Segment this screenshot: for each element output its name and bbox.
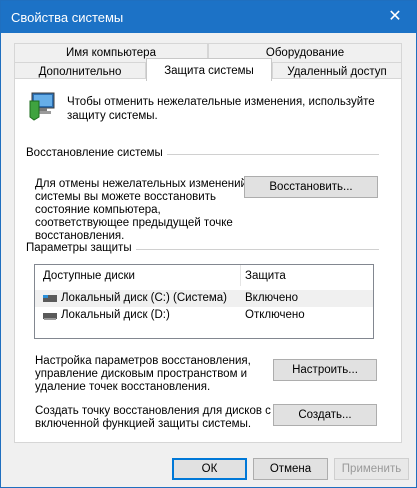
create-line: включенной функцией защиты системы. [35,418,252,430]
restore-description: Для отмены нежелательных изменений систе… [35,178,247,243]
table-row[interactable]: Локальный диск (C:) (Система) Включено [35,290,373,307]
drive-icon [43,312,57,320]
configure-button[interactable]: Настроить... [273,359,377,381]
restore-desc-line: состояние компьютера, [35,204,161,216]
intro-text: Чтобы отменить нежелательные изменения, … [67,95,375,123]
dialog-footer: ОК Отмена Применить [1,449,416,487]
table-row[interactable]: Локальный диск (D:) Отключено [35,307,373,324]
cancel-button[interactable]: Отмена [253,458,328,480]
intro-line-1: Чтобы отменить нежелательные изменения, … [67,96,375,108]
restore-group-title: Восстановление системы [26,147,167,159]
configure-description: Настройка параметров восстановления, упр… [35,355,251,394]
column-protection[interactable]: Защита [245,270,286,282]
intro-line-2: защиту системы. [67,110,158,122]
title-bar[interactable]: Свойства системы ✕ [1,1,416,33]
column-separator[interactable] [240,265,241,286]
drive-name: Локальный диск (D:) [61,309,170,321]
apply-button[interactable]: Применить [334,458,409,480]
create-button[interactable]: Создать... [273,404,377,426]
drives-list[interactable]: Доступные диски Защита Локальный диск (C… [34,264,374,339]
configure-line: Настройка параметров восстановления, [35,355,251,367]
close-icon[interactable]: ✕ [374,1,416,33]
configure-line: удаление точек восстановления. [35,381,211,393]
tab-system-protection[interactable]: Защита системы [146,58,272,81]
restore-desc-line: Для отмены нежелательных изменений [35,178,247,190]
create-line: Создать точку восстановления для дисков … [35,405,271,417]
ok-button[interactable]: ОК [172,458,247,480]
drive-status: Отключено [245,309,305,321]
column-drives[interactable]: Доступные диски [43,270,135,282]
restore-desc-line: соответствующее предыдущей точке [35,217,233,229]
protection-group-title: Параметры защиты [26,242,136,254]
configure-line: управление дисковым пространством и [35,368,248,380]
system-drive-icon [43,294,57,302]
drive-status: Включено [245,292,299,304]
restore-button[interactable]: Восстановить... [244,176,378,198]
window-title: Свойства системы [11,10,124,25]
restore-desc-line: системы вы можете восстановить [35,191,216,203]
list-header: Доступные диски Защита [35,265,373,286]
create-description: Создать точку восстановления для дисков … [35,405,271,431]
system-protection-icon [26,89,58,124]
system-properties-window: Свойства системы ✕ Имя компьютера Оборуд… [0,0,417,488]
drive-name: Локальный диск (C:) (Система) [61,292,227,304]
